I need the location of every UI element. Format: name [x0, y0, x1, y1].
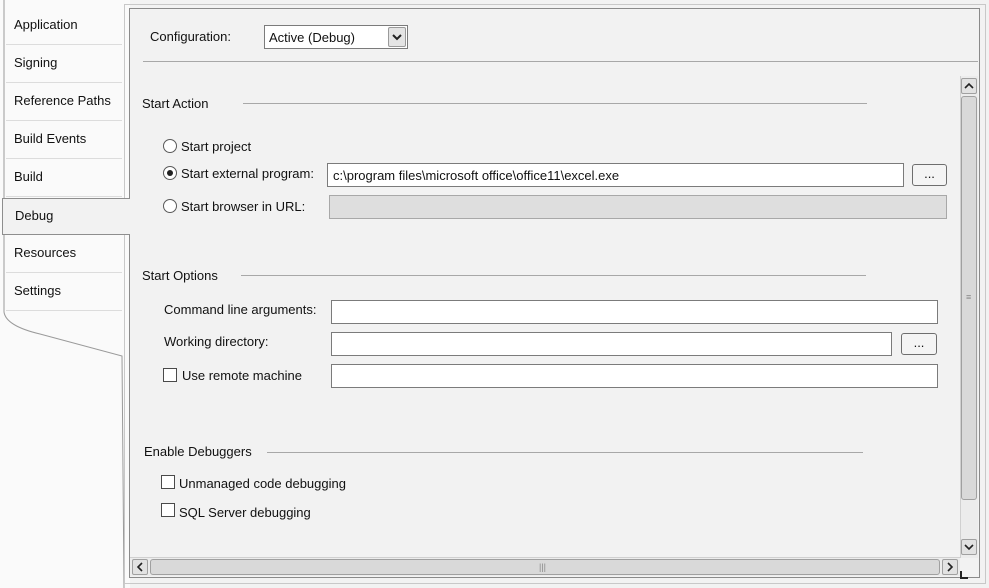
configuration-label: Configuration: [150, 29, 231, 44]
browser-url-input[interactable] [329, 195, 947, 219]
working-directory-input[interactable] [331, 332, 892, 356]
start-action-heading: Start Action [142, 96, 209, 111]
enable-debuggers-heading: Enable Debuggers [144, 444, 252, 459]
use-remote-machine-label[interactable]: Use remote machine [182, 368, 302, 383]
start-external-program-radio[interactable] [163, 166, 177, 180]
horizontal-scroll-thumb[interactable]: ||| [150, 559, 940, 575]
tab-application[interactable]: Application [6, 8, 122, 45]
sql-server-debugging-label[interactable]: SQL Server debugging [179, 505, 311, 520]
remote-machine-input[interactable] [331, 364, 938, 388]
unmanaged-code-debugging-checkbox[interactable] [161, 475, 175, 489]
triangle-right-icon[interactable] [942, 559, 958, 575]
working-directory-label: Working directory: [164, 334, 269, 349]
tab-build-events[interactable]: Build Events [6, 122, 122, 159]
start-browser-label[interactable]: Start browser in URL: [181, 199, 305, 214]
tab-build[interactable]: Build [6, 160, 122, 197]
start-browser-radio[interactable] [163, 199, 177, 213]
grip-icon: ||| [539, 562, 547, 572]
triangle-down-icon[interactable] [961, 539, 977, 555]
start-action-rule [243, 103, 867, 104]
start-options-heading: Start Options [142, 268, 218, 283]
tab-resources[interactable]: Resources [6, 236, 122, 273]
configuration-dropdown[interactable]: Active (Debug) [264, 25, 408, 49]
triangle-left-icon[interactable] [132, 559, 148, 575]
command-line-arguments-label: Command line arguments: [164, 302, 317, 317]
debug-page-panel [129, 8, 980, 578]
start-options-rule [241, 275, 866, 276]
browse-external-program-button[interactable]: ... [912, 164, 947, 186]
header-divider [143, 61, 978, 62]
size-grip-icon [960, 571, 968, 579]
tab-reference-paths[interactable]: Reference Paths [6, 84, 122, 121]
command-line-arguments-input[interactable] [331, 300, 938, 324]
tab-signing[interactable]: Signing [6, 46, 122, 83]
vertical-scroll-thumb[interactable]: ≡ [961, 96, 977, 500]
enable-debuggers-rule [267, 452, 863, 453]
start-external-program-label[interactable]: Start external program: [181, 166, 314, 181]
triangle-up-icon[interactable] [961, 78, 977, 94]
browse-working-directory-button[interactable]: ... [901, 333, 937, 355]
tab-settings[interactable]: Settings [6, 274, 122, 311]
sql-server-debugging-checkbox[interactable] [161, 503, 175, 517]
configuration-value: Active (Debug) [269, 30, 355, 45]
external-program-path-input[interactable]: c:\program files\microsoft office\office… [327, 163, 904, 187]
tab-debug[interactable]: Debug [2, 198, 130, 235]
property-tabs: Application Signing Reference Paths Buil… [0, 0, 130, 588]
use-remote-machine-checkbox[interactable] [163, 368, 177, 382]
unmanaged-code-debugging-label[interactable]: Unmanaged code debugging [179, 476, 346, 491]
start-project-label[interactable]: Start project [181, 139, 251, 154]
start-project-radio[interactable] [163, 139, 177, 153]
grip-icon: ≡ [966, 292, 972, 302]
chevron-down-icon[interactable] [388, 27, 406, 47]
